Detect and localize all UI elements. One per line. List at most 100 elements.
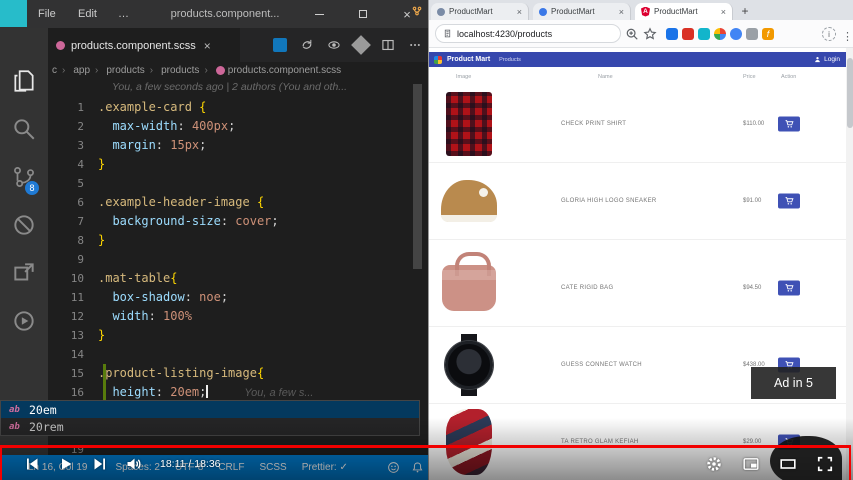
editor-scrollbar[interactable] [413, 84, 422, 269]
code-text: } [98, 233, 106, 247]
browser-tab-strip: ProductMart × ProductMart × ProductMart × [429, 0, 853, 20]
browser-window: ProductMart × ProductMart × ProductMart × + l… [428, 0, 853, 480]
git-fork-icon[interactable] [412, 3, 422, 16]
menu-edit[interactable]: Edit [70, 0, 105, 28]
browser-menu-icon[interactable] [842, 27, 846, 41]
sync-icon[interactable] [300, 38, 314, 52]
login-button[interactable]: Login [814, 52, 840, 67]
status-item[interactable]: Spaces: 2 [116, 462, 160, 473]
product-row: GUESS CONNECT WATCH $438.00 [429, 327, 846, 404]
line-number: 9 [77, 253, 84, 266]
more-actions-icon[interactable] [408, 38, 422, 52]
product-price: $94.50 [743, 285, 762, 291]
format-icon[interactable] [351, 35, 371, 55]
page-scrollbar[interactable] [846, 48, 853, 480]
add-to-cart-button[interactable] [778, 193, 800, 209]
code-line: 9 [48, 250, 428, 269]
scm-badge: 8 [25, 181, 39, 195]
tab-close-icon[interactable]: × [517, 7, 522, 17]
url-text[interactable]: localhost:4230/products [457, 29, 552, 39]
code-line: 11 box-shadow: noe; [48, 288, 428, 307]
minimize-button[interactable] [302, 0, 336, 28]
browser-tab[interactable]: ProductMart × [431, 3, 529, 20]
status-item[interactable]: Prettier: ✓ [302, 462, 348, 473]
code-text: box-shadow: noe; [98, 290, 229, 304]
person-icon [815, 57, 820, 63]
vscode-app-icon [0, 0, 27, 27]
product-image [446, 409, 492, 475]
code-line: 3 margin: 15px; [48, 136, 428, 155]
angular-favicon [641, 6, 650, 17]
status-item[interactable]: CRLF [218, 462, 244, 473]
breadcrumb-item[interactable]: products [90, 65, 144, 76]
extension-icon-person[interactable] [666, 28, 678, 40]
extension-icon-f[interactable] [762, 28, 774, 40]
autocomplete-popup: 20em 20rem [0, 400, 420, 436]
tab-title: ProductMart [654, 7, 698, 16]
zoom-icon[interactable] [625, 27, 639, 41]
add-to-cart-button[interactable] [778, 280, 800, 296]
tab-close-icon[interactable]: × [721, 7, 726, 17]
nav-link-products[interactable]: Products [499, 57, 521, 63]
menu-file[interactable]: File [30, 0, 64, 28]
breadcrumb: cappproductsproductsproducts.component.s… [48, 62, 428, 78]
product-name: GUESS CONNECT WATCH [561, 362, 642, 368]
status-item[interactable]: SCSS [259, 462, 286, 473]
preview-icon[interactable] [327, 38, 341, 52]
brand-title[interactable]: Product Mart [447, 56, 490, 63]
browser-tab[interactable]: ProductMart × [635, 3, 733, 20]
new-tab-button[interactable]: + [737, 4, 753, 20]
add-to-cart-button[interactable] [778, 434, 800, 450]
suggestion-item[interactable]: 20em [1, 401, 419, 418]
status-item[interactable]: UTF-8 [175, 462, 203, 473]
open-changes-icon[interactable] [273, 38, 287, 52]
breadcrumb-item[interactable]: products [145, 65, 199, 76]
code-line: 7 background-size: cover; [48, 212, 428, 231]
run-debug-icon[interactable] [11, 308, 37, 334]
code-text: } [98, 328, 106, 342]
tab-products-component-scss[interactable]: products.component.scss × [48, 28, 240, 62]
status-bar: Ln 16, Col 19 Spaces: 2 UTF-8 CRLF SCSS Prett… [0, 455, 428, 480]
line-number: 5 [77, 177, 84, 190]
search-icon[interactable] [11, 116, 37, 142]
remote-window-icon[interactable] [11, 260, 37, 286]
page-icon [444, 29, 451, 38]
status-item[interactable]: Ln 16, Col 19 [28, 462, 88, 473]
breadcrumb-item[interactable]: products.component.scss [199, 65, 341, 76]
browser-tab[interactable]: ProductMart × [533, 3, 631, 20]
product-price: $29.00 [743, 439, 762, 445]
menu-more[interactable]: … [110, 0, 137, 28]
maximize-button[interactable] [346, 0, 380, 28]
line-number: 15 [70, 367, 84, 380]
extensions-blocked-icon[interactable] [11, 212, 37, 238]
omnibox[interactable]: localhost:4230/products [435, 24, 621, 43]
tab-close-icon[interactable]: × [619, 7, 624, 17]
code-line: 8} [48, 231, 428, 250]
tab-close-icon[interactable]: × [204, 39, 211, 53]
code-editor[interactable]: You, a few seconds ago | 2 authors (You … [48, 78, 428, 455]
split-editor-icon[interactable] [381, 38, 395, 52]
column-header: Price [743, 74, 756, 80]
code-text: } [98, 157, 106, 171]
page-scrollbar-thumb[interactable] [847, 58, 853, 128]
profile-info-icon[interactable] [822, 27, 836, 41]
notifications-bell-icon[interactable] [411, 461, 424, 474]
explorer-icon[interactable] [11, 68, 37, 94]
suggestion-item[interactable]: 20rem [1, 418, 419, 435]
extension-icon-teal[interactable] [698, 28, 710, 40]
word-suggestion-icon [9, 405, 23, 415]
add-to-cart-button[interactable] [778, 116, 800, 132]
extension-icon-red[interactable] [682, 28, 694, 40]
extension-icon-blue[interactable] [730, 28, 742, 40]
window-title: products.component... [170, 8, 280, 20]
feedback-smiley-icon[interactable] [387, 461, 400, 474]
breadcrumb-item[interactable]: app [57, 65, 90, 76]
line-number: 10 [70, 272, 84, 285]
productmart-page: Product Mart Products Login Image Name Pri… [429, 48, 853, 480]
add-to-cart-button[interactable] [778, 357, 800, 373]
bookmark-star-icon[interactable] [643, 27, 657, 41]
extension-icon-gray[interactable] [746, 28, 758, 40]
extension-icon-pinwheel[interactable] [714, 28, 726, 40]
code-line: 6 .example-header-image { [48, 193, 428, 212]
app-logo-icon [434, 55, 442, 64]
